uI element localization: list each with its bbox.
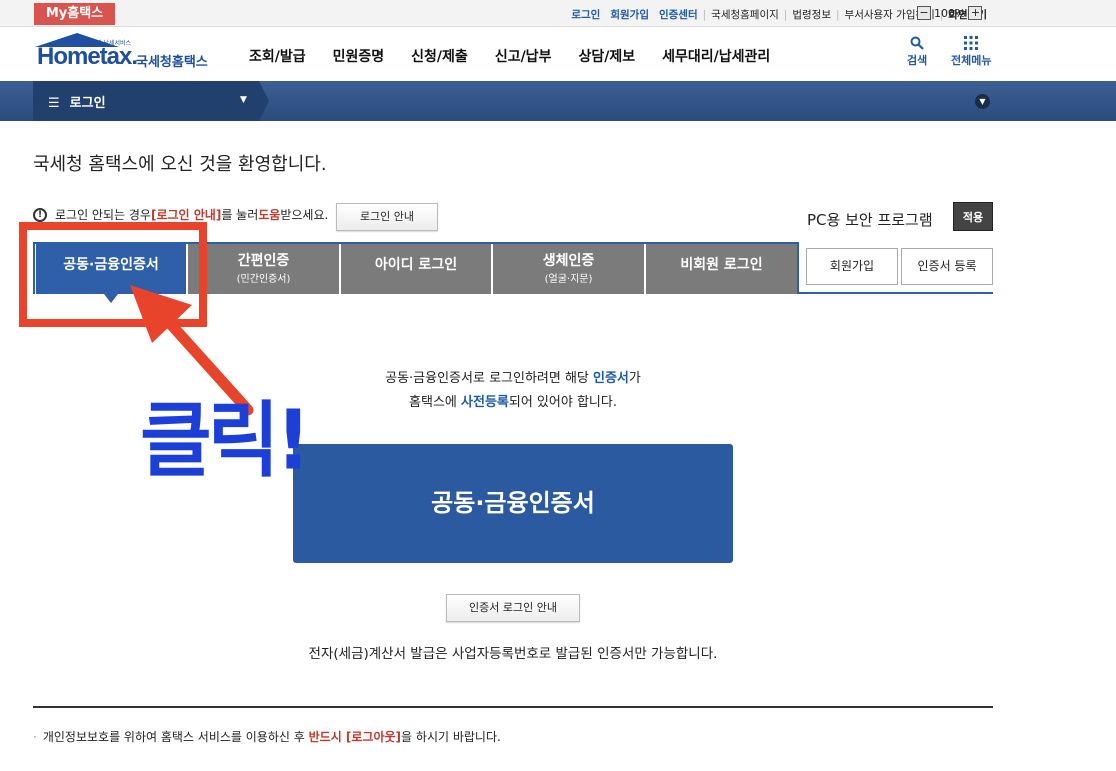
click-annotation-text: 클릭! <box>140 394 311 489</box>
